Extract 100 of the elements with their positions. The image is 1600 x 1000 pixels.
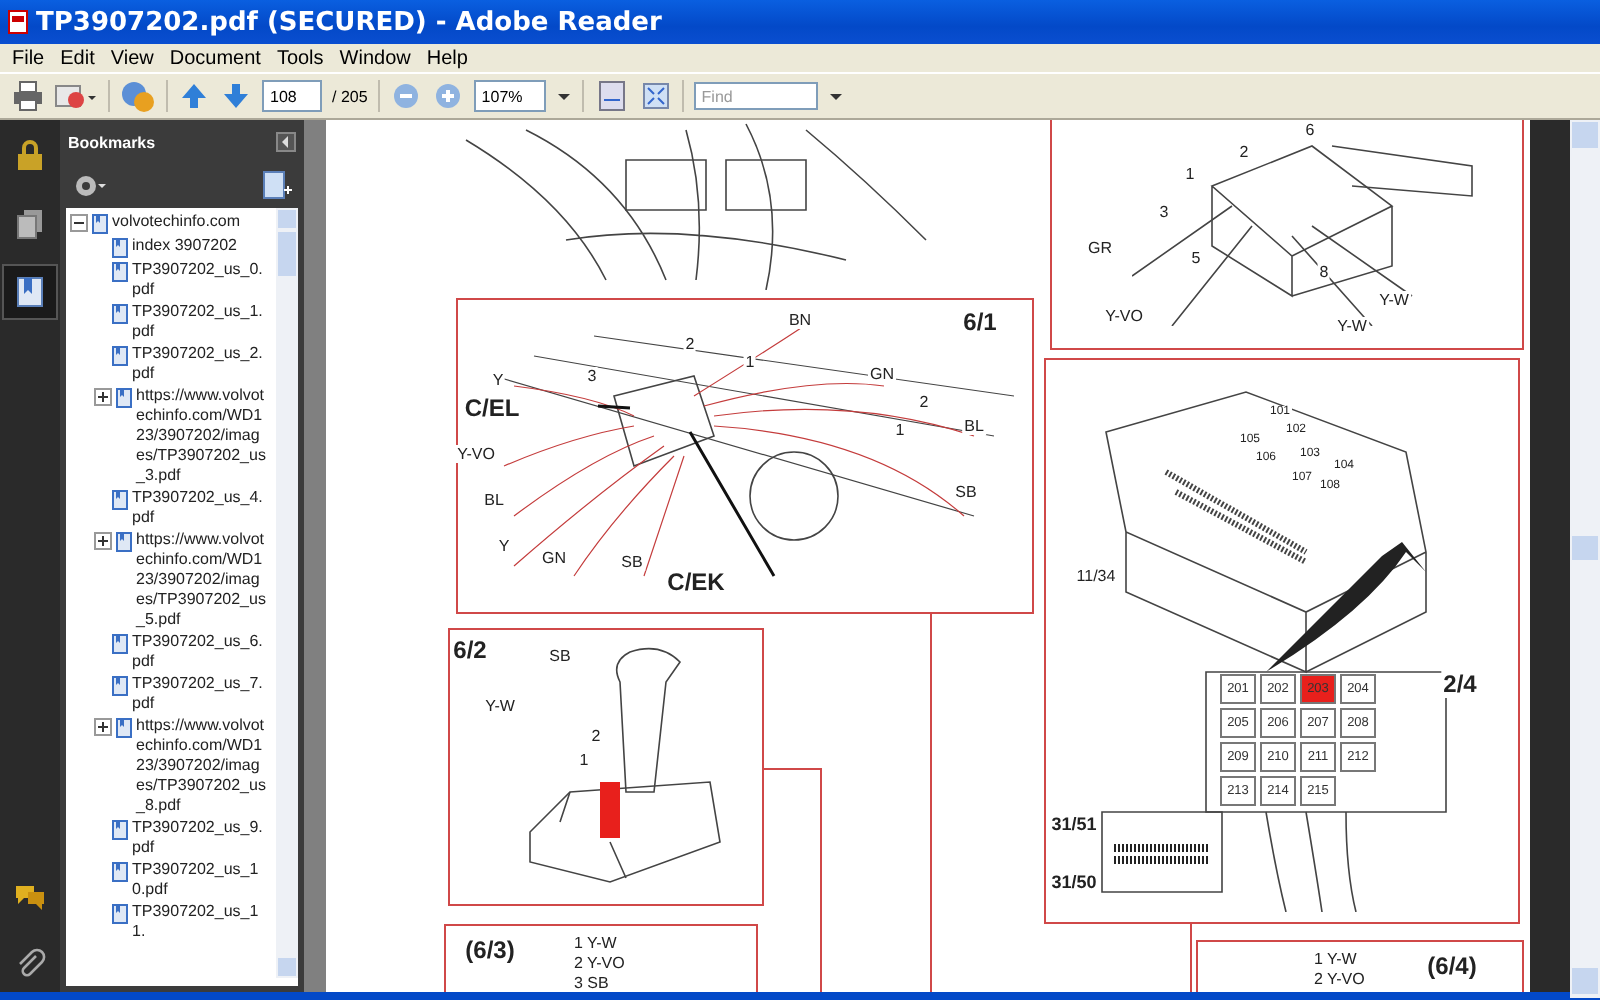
page-number-field[interactable]: 108 <box>262 80 322 112</box>
paperclip-icon[interactable] <box>14 948 46 980</box>
bookmark-item[interactable]: https://www.volvotechinfo.com/WD123/3907202/images/TP3907202_us_8.pdf <box>136 716 268 816</box>
menu-item[interactable]: Edit <box>52 47 103 69</box>
bookmark-icon <box>92 214 108 234</box>
menu-item[interactable]: Help <box>418 47 476 69</box>
print-icon[interactable] <box>12 80 44 112</box>
callout-label: BL <box>482 491 506 509</box>
bookmark-item[interactable]: index 3907202 <box>132 236 264 256</box>
bookmark-icon <box>116 532 132 552</box>
menu-item[interactable]: File <box>4 47 53 69</box>
bookmark-item[interactable]: https://www.volvotechinfo.com/WD123/3907202/images/TP3907202_us_5.pdf <box>136 530 268 630</box>
collapse-panel-icon[interactable] <box>276 132 296 152</box>
callout-label: 2 <box>589 727 603 745</box>
bookmark-icon <box>112 346 128 366</box>
callout-label: Y-W <box>1377 291 1411 309</box>
callout-label: C/EL <box>462 394 522 422</box>
menu-item[interactable]: View <box>102 47 162 69</box>
scrollbar[interactable] <box>1570 120 1600 998</box>
bookmark-item[interactable]: TP3907202_us_10.pdf <box>132 860 264 900</box>
callout-label: 31/50 <box>1049 872 1099 892</box>
figure-number: 6/1 <box>961 308 999 336</box>
bookmark-icon <box>112 262 128 282</box>
callout-label: SB <box>547 647 573 665</box>
callout-label: 2/4 <box>1441 670 1479 698</box>
callout-label: BL <box>962 417 986 435</box>
wire-legend-line: 2 Y-VO <box>1314 970 1365 990</box>
bookmark-item[interactable]: TP3907202_us_9.pdf <box>132 818 264 858</box>
callout-label: 1 <box>577 751 591 769</box>
bookmark-item[interactable]: TP3907202_us_11. <box>132 902 264 942</box>
comments-icon[interactable] <box>14 880 46 912</box>
bookmark-icon <box>112 676 128 696</box>
wire-legend-line: 1 Y-W <box>1314 950 1359 970</box>
side-tab[interactable] <box>2 264 58 320</box>
bookmark-icon <box>112 634 128 654</box>
bookmark-icon <box>112 820 128 840</box>
window-title: TP3907202.pdf (SECURED) - Adobe Reader <box>36 7 662 37</box>
figure-number: (6/4) <box>1425 952 1479 980</box>
gear-icon[interactable] <box>72 170 108 202</box>
expand-toggle[interactable] <box>94 532 112 550</box>
callout-label: 11/34 <box>1074 567 1118 585</box>
bookmark-icon <box>112 490 128 510</box>
callout-label: Y <box>490 371 506 389</box>
callout-label: Y-VO <box>1103 307 1145 325</box>
bookmark-item[interactable]: TP3907202_us_1.pdf <box>132 302 264 342</box>
fit-width-icon[interactable] <box>593 80 630 112</box>
menu-item[interactable]: Tools <box>268 47 332 69</box>
figure-number: (6/3) <box>463 936 517 964</box>
callout-label: 3 <box>1157 203 1171 221</box>
callout-label: SB <box>953 483 979 501</box>
callout-label: 8 <box>1317 263 1331 281</box>
zoom-field[interactable]: 107% <box>473 80 546 112</box>
up-arrow-icon[interactable] <box>178 80 210 112</box>
callout-label: GR <box>1086 239 1114 257</box>
callout-label: 2 <box>1237 143 1251 161</box>
callout-label: GN <box>540 549 568 567</box>
callout-label: 1 <box>1183 165 1197 183</box>
pages-icon[interactable] <box>14 208 46 240</box>
scrollbar[interactable] <box>276 208 298 978</box>
bookmark-icon <box>112 904 128 924</box>
find-field[interactable]: Find <box>693 82 818 110</box>
email-icon[interactable] <box>54 80 98 112</box>
full-screen-icon[interactable] <box>639 80 672 112</box>
callout-label: 2 <box>917 393 931 411</box>
menu-item[interactable]: Window <box>331 47 419 69</box>
expand-toggle[interactable] <box>70 214 88 232</box>
callout-label: 3 <box>585 367 599 385</box>
bookmark-icon <box>112 862 128 882</box>
down-arrow-icon[interactable] <box>220 80 252 112</box>
page-count: / 205 <box>332 87 368 105</box>
bookmark-icon <box>112 238 128 258</box>
callout-label: 31/51 <box>1049 814 1099 834</box>
expand-toggle[interactable] <box>94 718 112 736</box>
callout-label: GN <box>868 365 896 383</box>
bookmark-item[interactable]: volvotechinfo.com <box>112 212 272 232</box>
bookmark-item[interactable]: TP3907202_us_0.pdf <box>132 260 264 300</box>
bookmark-item[interactable]: https://www.volvotechinfo.com/WD123/3907202/images/TP3907202_us_3.pdf <box>136 386 268 486</box>
callout-label: 6 <box>1303 121 1317 139</box>
callout-label: Y-W <box>483 697 517 715</box>
pdf-file-icon <box>8 10 28 34</box>
callout-label: Y-VO <box>455 445 497 463</box>
callout-label: BN <box>786 311 814 329</box>
callout-label: SB <box>619 553 645 571</box>
new-bookmark-icon[interactable] <box>260 170 292 202</box>
callout-label: 1 <box>743 353 757 371</box>
callout-label: 1 <box>893 421 907 439</box>
wire-legend-line: 2 Y-VO <box>574 954 625 974</box>
lock-icon[interactable] <box>14 140 46 172</box>
callout-label: Y <box>496 537 512 555</box>
bookmark-item[interactable]: TP3907202_us_6.pdf <box>132 632 264 672</box>
menu-item[interactable]: Document <box>161 47 269 69</box>
figure-number: 6/2 <box>451 636 489 664</box>
bookmark-icon <box>116 388 132 408</box>
bookmarks-icon[interactable] <box>14 276 46 308</box>
panel-title: Bookmarks <box>68 133 156 151</box>
callout-label: 5 <box>1189 249 1203 267</box>
bookmark-icon <box>116 718 132 738</box>
expand-toggle[interactable] <box>94 388 112 406</box>
wire-legend-line: 3 SB <box>574 974 611 992</box>
callout-label: C/EK <box>665 568 727 596</box>
